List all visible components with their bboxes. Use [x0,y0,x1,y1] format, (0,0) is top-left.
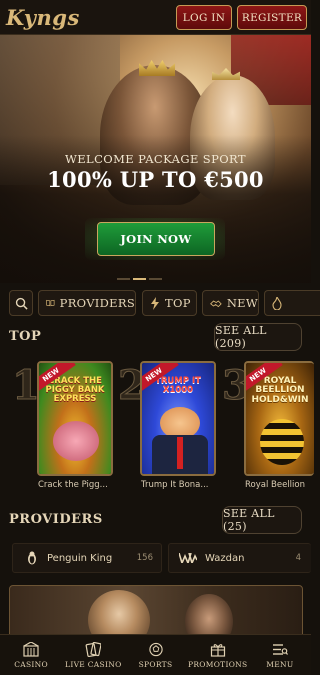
tie-art [177,437,183,469]
man-art [185,594,233,634]
game-tile-crack-the-piggy[interactable]: CRACK THE PIGGY BANK EXPRESS NEW [37,361,113,476]
provider-name: Wazdan [205,552,245,564]
providers-section-title: PROVIDERS [9,512,103,527]
piggy-art [53,421,99,461]
filter-new[interactable]: NEW [202,290,259,316]
hero-offer-text: 100% UP TO €500 [47,167,264,192]
game-name: Trump It Bona... [141,480,209,490]
game-name: Royal Beellion [245,480,305,490]
filter-bar: PROVIDERS TOP NEW [0,290,320,318]
filter-label: NEW [226,296,258,310]
nav-label: PROMOTIONS [187,659,248,669]
kyngs-logo[interactable]: Kyngs [6,5,80,30]
menu-icon [272,643,288,655]
casino-icon [23,641,39,657]
filter-label: PROVIDERS [59,296,135,310]
rank-number: 1 [12,362,41,410]
gift-icon [210,643,225,657]
nav-label: MENU [266,659,294,669]
handshake-icon [210,300,222,307]
penguin-icon [28,551,36,565]
provider-penguin-king[interactable]: Penguin King 156 [12,543,162,573]
bottom-nav: CASINO LIVE CASINO SPORTS PROMOTIONS MEN… [0,634,311,675]
login-button[interactable]: LOG IN [176,5,232,30]
nav-sports[interactable]: SPORTS [124,635,186,675]
register-button[interactable]: REGISTER [237,5,307,30]
slide-dot[interactable] [149,278,162,280]
game-name: Crack the Pigg... [38,480,108,490]
nav-promotions[interactable]: PROMOTIONS [187,635,249,675]
provider-name: Penguin King [47,552,113,564]
header: Kyngs LOG IN REGISTER [0,0,311,35]
slide-dot-active[interactable] [133,278,146,280]
search-button[interactable] [9,290,33,316]
top-see-all-button[interactable]: SEE ALL (209) [214,323,302,351]
provider-count: 4 [295,553,301,563]
wazdan-logo-icon [179,553,197,563]
search-icon [15,297,28,310]
nav-label: CASINO [14,659,48,669]
woman-art [88,590,150,634]
cards-icon [85,641,102,657]
slide-dots [117,278,197,281]
ball-icon [148,642,163,656]
flame-icon [272,296,282,310]
book-icon [46,299,55,307]
game-tile-trump-it[interactable]: TRUMP IT X1000 NEW [140,361,216,476]
join-now-button[interactable]: JOIN NOW [97,222,215,256]
game-tile-royal-beellion[interactable]: ROYAL BEELLION HOLD&WIN NEW [244,361,314,476]
slide-dot[interactable] [117,278,130,280]
nav-label: LIVE CASINO [65,659,122,669]
filter-more[interactable] [264,290,320,316]
provider-wazdan[interactable]: Wazdan 4 [168,543,311,573]
nav-label: SPORTS [138,659,173,669]
top-section-title: TOP [9,329,42,344]
providers-see-all-button[interactable]: SEE ALL (25) [222,506,302,534]
lightning-icon [151,296,159,310]
promo-banner[interactable] [9,585,303,635]
filter-label: TOP [165,296,191,310]
provider-count: 156 [136,553,153,563]
filter-top[interactable]: TOP [142,290,197,316]
filter-providers[interactable]: PROVIDERS [38,290,136,316]
hero-welcome-text: WELCOME PACKAGE SPORT [65,152,246,166]
nav-casino[interactable]: CASINO [0,635,62,675]
bee-art [260,419,304,465]
nav-menu[interactable]: MENU [249,635,311,675]
nav-live-casino[interactable]: LIVE CASINO [62,635,124,675]
